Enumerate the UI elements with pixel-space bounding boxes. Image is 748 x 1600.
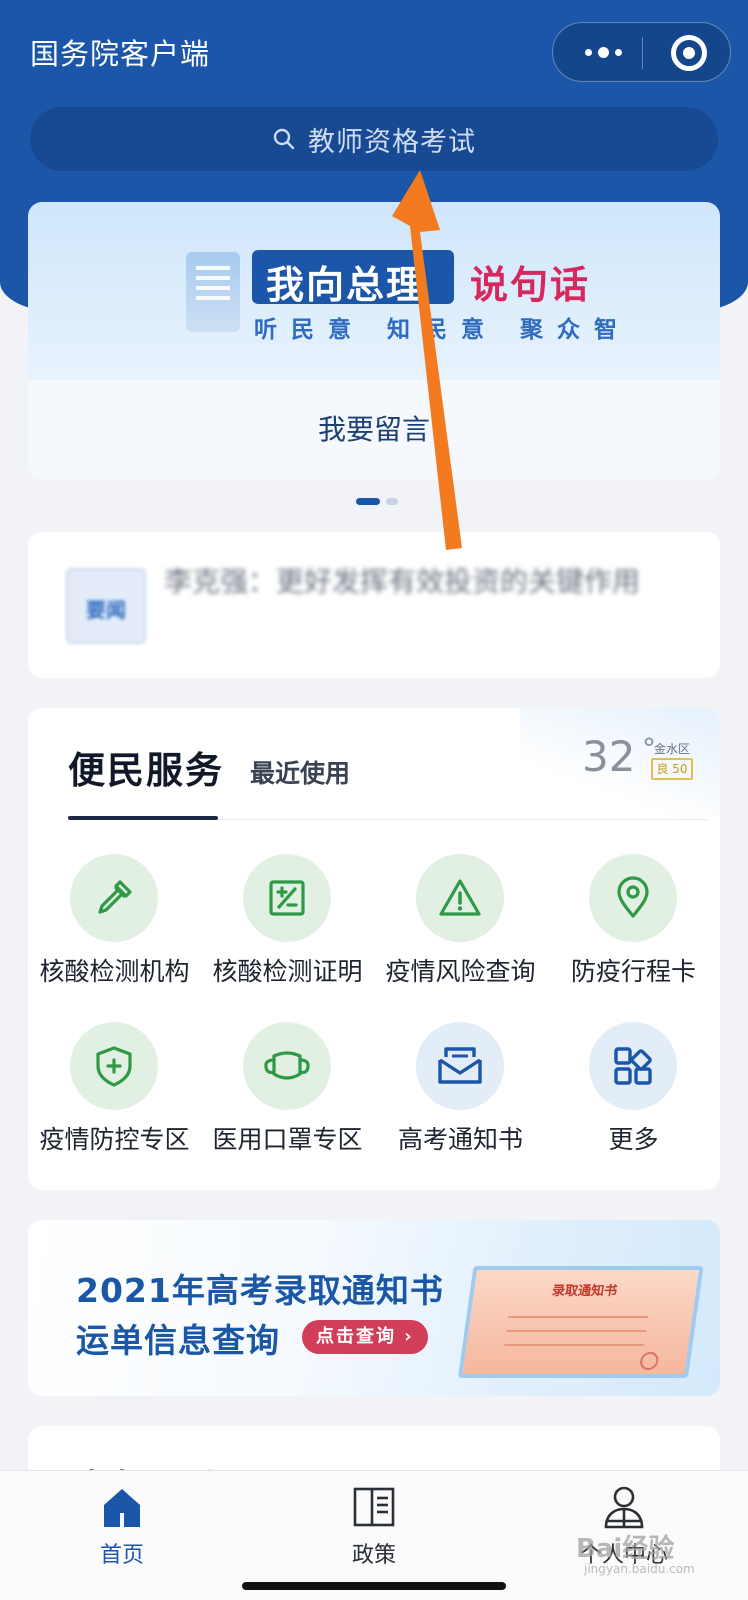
certificate-icon [243, 854, 331, 942]
tab-policy[interactable]: 政策 [304, 1485, 444, 1569]
news-card[interactable]: 要闻 李克强：更好发挥有效投资的关键作用 [28, 532, 720, 678]
leave-message-link[interactable]: 我要留言 [28, 408, 720, 448]
query-button[interactable]: 点击查询 › [302, 1320, 428, 1354]
service-item-testing-agencies[interactable]: 核酸检测机构 [28, 854, 201, 994]
hero-banner[interactable]: 我向总理 说句话 听民意 知民意 聚众智 我要留言 [28, 202, 720, 480]
watermark: Bai经验 [576, 1534, 675, 1564]
pager-dot[interactable] [386, 498, 398, 505]
grid-more-icon [589, 1022, 677, 1110]
banner-headline-part2: 说句话 [470, 263, 591, 307]
more-dots-icon[interactable] [575, 23, 631, 81]
service-label: 疫情风险查询 [385, 957, 536, 986]
tab-recently-used[interactable]: 最近使用 [250, 754, 350, 790]
service-label: 核酸检测机构 [39, 957, 190, 986]
service-item-admission-letter[interactable]: 高考通知书 [374, 1022, 547, 1162]
service-label: 核酸检测证明 [212, 957, 363, 986]
banner-pager [356, 498, 398, 506]
tab-home-label: 首页 [99, 1543, 144, 1568]
target-close-icon[interactable] [671, 35, 707, 71]
book-icon [353, 1487, 395, 1527]
tab-home[interactable]: 首页 [52, 1485, 192, 1569]
envelope-icon [416, 1022, 504, 1110]
warning-icon [416, 854, 504, 942]
app-title: 国务院客户端 [30, 37, 211, 71]
service-item-more[interactable]: 更多 [547, 1022, 720, 1162]
search-icon [273, 128, 295, 150]
tab-active-underline [68, 816, 218, 820]
weather-aqi-badge: 良 50 [651, 758, 693, 780]
tab-convenience-services[interactable]: 便民服务 [68, 740, 224, 794]
services-card: 便民服务 最近使用 32 ° 金水区 良 50 核酸检测机构 核酸检测证明 疫情… [28, 708, 720, 1190]
service-label: 疫情防控专区 [39, 1125, 190, 1154]
service-label: 高考通知书 [397, 1125, 523, 1154]
home-indicator [242, 1582, 506, 1590]
weather-temperature: 32 [582, 732, 636, 781]
banner-headline-part1: 我向总理 [266, 263, 427, 307]
admission-letter-promo[interactable]: 2021年高考录取通知书 运单信息查询 点击查询 › 录取通知书 [28, 1220, 720, 1396]
service-label: 更多 [608, 1125, 659, 1154]
mask-icon [243, 1022, 331, 1110]
search-placeholder: 教师资格考试 [308, 126, 476, 158]
weather-location: 金水区 [654, 742, 691, 756]
service-label: 医用口罩专区 [212, 1125, 363, 1154]
watermark-url: jingyan.baidu.com [584, 1562, 695, 1576]
admission-letter-illustration: 录取通知书 [439, 1256, 707, 1384]
miniprogram-capsule [552, 22, 731, 82]
banner-subline: 听民意 知民意 聚众智 [254, 317, 632, 343]
home-icon [104, 1489, 140, 1527]
service-label: 防疫行程卡 [570, 957, 696, 986]
letter-lines [508, 1316, 649, 1318]
dropper-icon [70, 854, 158, 942]
person-icon [604, 1486, 644, 1529]
promo-line2: 运单信息查询 [76, 1321, 280, 1360]
capsule-divider [642, 37, 643, 69]
service-item-itinerary-card[interactable]: 防疫行程卡 [547, 854, 720, 994]
pager-dot-active[interactable] [356, 498, 380, 505]
news-thumbnail-label: 要闻 [86, 598, 126, 622]
document-icon [186, 252, 240, 332]
shield-plus-icon [70, 1022, 158, 1110]
service-item-epidemic-zone[interactable]: 疫情防控专区 [28, 1022, 201, 1162]
tab-policy-label: 政策 [351, 1543, 396, 1568]
letter-title: 录取通知书 [550, 1284, 619, 1299]
service-item-testing-certificate[interactable]: 核酸检测证明 [201, 854, 374, 994]
location-pin-icon [589, 854, 677, 942]
news-title[interactable]: 李克强：更好发挥有效投资的关键作用 [164, 560, 684, 604]
promo-line1: 2021年高考录取通知书 [76, 1271, 444, 1310]
service-item-mask-zone[interactable]: 医用口罩专区 [201, 1022, 374, 1162]
search-bar[interactable]: 教师资格考试 [30, 107, 718, 171]
service-item-risk-query[interactable]: 疫情风险查询 [374, 854, 547, 994]
